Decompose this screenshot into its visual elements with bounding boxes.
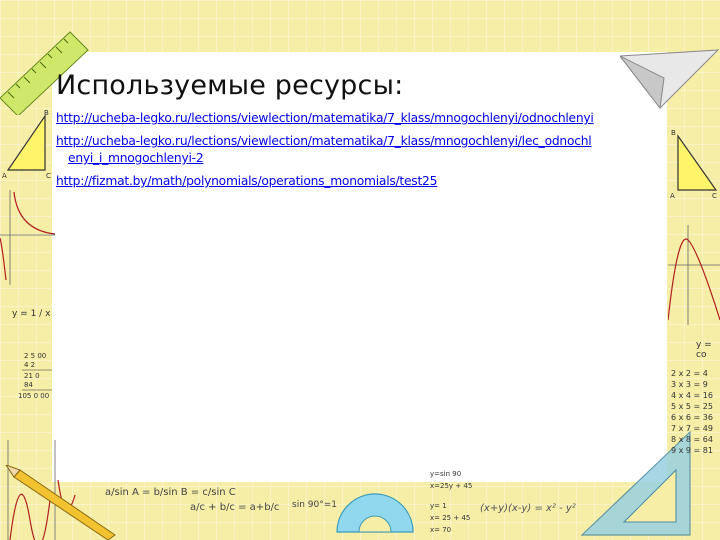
svg-text:B: B — [671, 129, 676, 137]
svg-text:84: 84 — [24, 381, 33, 389]
resource-link-2[interactable]: http://ucheba-legko.ru/lections/viewlect… — [56, 133, 661, 167]
cosine-graph-icon — [668, 225, 720, 325]
resource-links-list: http://ucheba-legko.ru/lections/viewlect… — [56, 110, 661, 196]
svg-text:A: A — [670, 192, 675, 200]
graph-label-left: y = 1 / x — [12, 309, 51, 319]
multiplication-table: 2 x 2 = 4 3 x 3 = 9 4 x 4 = 16 5 x 5 = 2… — [671, 369, 713, 455]
equation-system-2: y= 1 x= 25 + 45 x= 70 — [430, 502, 471, 534]
sin90-formula: sin 90°=1 — [292, 500, 337, 510]
sine-rule-formula: a/sin A = b/sin B = c/sin C — [105, 487, 236, 498]
resource-link-1[interactable]: http://ucheba-legko.ru/lections/viewlect… — [56, 110, 661, 127]
pencil-icon — [5, 465, 116, 540]
resource-link-3[interactable]: http://fizmat.by/math/polynomials/operat… — [56, 173, 661, 190]
svg-text:C: C — [712, 192, 717, 200]
graph-label-right: y = co — [696, 340, 712, 360]
fraction-rule-formula: a/c + b/c = a+b/c — [190, 502, 280, 513]
svg-text:A: A — [2, 172, 7, 180]
paper-plane-icon — [620, 49, 720, 110]
hyperbola-graph-icon — [0, 190, 55, 285]
svg-text:4 2: 4 2 — [24, 361, 35, 369]
triangle-diagram-right-icon: B A C — [670, 129, 718, 200]
triangle-diagram-icon: B A C — [2, 109, 51, 180]
svg-text:2 5 00: 2 5 00 — [24, 352, 46, 360]
svg-text:B: B — [44, 109, 49, 117]
identity-formula: (x+y)(x-y) = x² - y² — [480, 503, 576, 514]
equation-system-1: y=sin 90 x=25y + 45 — [430, 470, 473, 490]
column-arithmetic-icon: 2 5 00 4 2 21 0 84 105 0 00 — [18, 352, 52, 400]
slide-title: Используемые ресурсы: — [56, 70, 404, 101]
protractor-icon — [336, 493, 414, 533]
svg-text:105 0 00: 105 0 00 — [18, 392, 49, 400]
svg-text:21 0: 21 0 — [24, 372, 40, 380]
svg-text:C: C — [46, 172, 51, 180]
